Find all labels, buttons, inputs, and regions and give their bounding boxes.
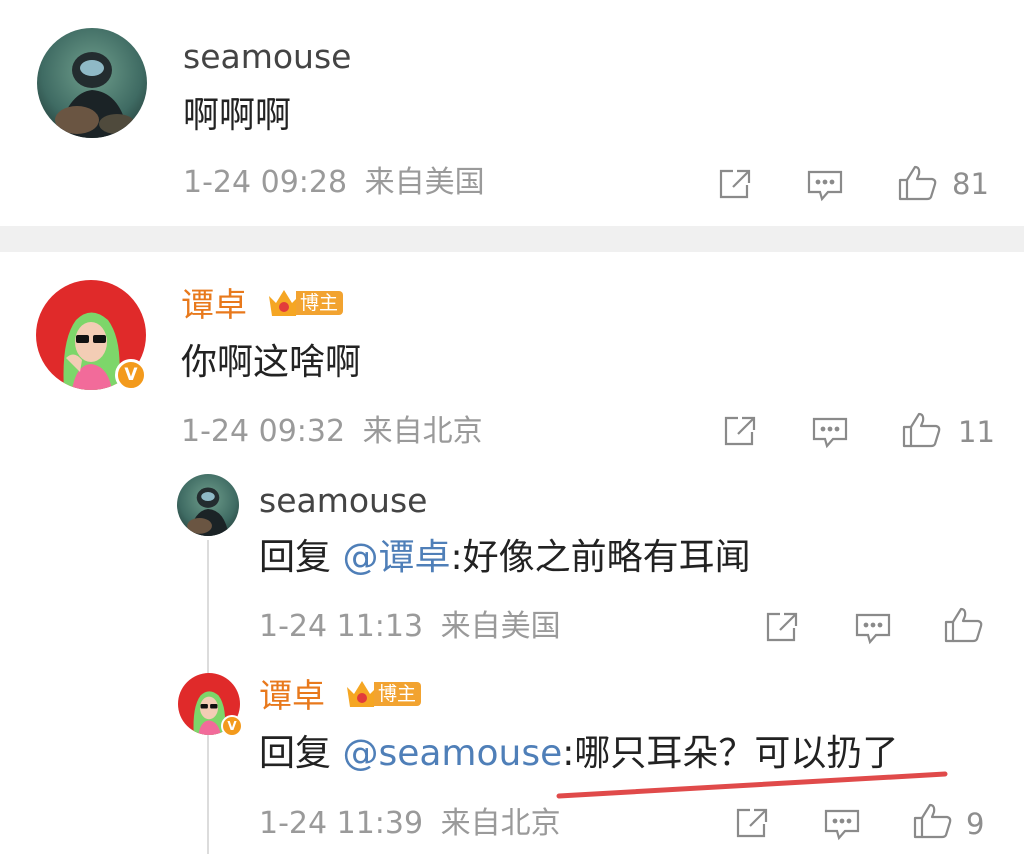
thumbs-up-icon[interactable] [943,606,985,644]
comment-text: 你啊这啥啊 [181,342,362,383]
comment-location: 来自北京 [362,414,483,449]
reply-username[interactable]: 谭卓 [259,679,325,712]
blogger-badge: 博主 [266,286,344,320]
section-divider [0,226,1024,252]
thumbs-up-icon[interactable] [901,411,943,449]
thumbs-up-icon[interactable] [897,164,939,202]
comment-time: 1-24 09:28 [183,165,348,200]
share-icon[interactable] [722,414,758,448]
like-count: 11 [958,415,995,449]
comment-icon[interactable] [811,416,849,450]
reply-time: 1-24 11:13 [259,609,424,644]
verified-v-icon: V [115,359,147,391]
comment-icon[interactable] [854,612,892,646]
reply-text: 回复 @谭卓:好像之前略有耳闻 [259,540,751,576]
share-icon[interactable] [717,167,753,201]
reply-meta: 1-24 11:13 来自美国 [259,612,561,642]
blogger-badge: 博主 [344,677,422,711]
mention-link[interactable]: @谭卓 [342,537,450,578]
reply-prefix: 回复 [259,733,332,774]
reply-username[interactable]: seamouse [259,484,427,517]
reply-body: :好像之前略有耳闻 [450,537,751,578]
comment-time: 1-24 09:32 [181,414,346,449]
comment-meta: 1-24 09:32 来自北京 [181,417,483,447]
red-underline-annotation [555,768,950,806]
comment-text: 啊啊啊 [183,95,292,136]
comment-meta: 1-24 09:28 来自美国 [183,168,485,198]
avatar-seamouse[interactable] [177,474,239,536]
reply-location: 来自北京 [440,806,561,841]
thumbs-up-icon[interactable] [912,802,954,840]
like-count: 9 [966,807,985,841]
avatar-seamouse[interactable] [37,28,147,138]
share-icon[interactable] [734,806,770,840]
comment-icon[interactable] [806,169,844,203]
badge-label: 博主 [296,291,344,315]
comment-username[interactable]: 谭卓 [181,288,247,321]
like-count: 81 [952,167,989,201]
share-icon[interactable] [764,610,800,644]
verified-v-icon: V [221,715,243,737]
badge-label: 博主 [374,682,422,706]
comment-username[interactable]: seamouse [183,40,351,73]
reply-time: 1-24 11:39 [259,806,424,841]
mention-link[interactable]: @seamouse [342,733,562,774]
reply-location: 来自美国 [440,609,561,644]
reply-prefix: 回复 [259,537,332,578]
comment-location: 来自美国 [364,165,485,200]
comment-icon[interactable] [823,808,861,842]
reply-text: 回复 @seamouse:哪只耳朵？可以扔了 [259,736,898,772]
reply-meta: 1-24 11:39 来自北京 [259,809,561,839]
